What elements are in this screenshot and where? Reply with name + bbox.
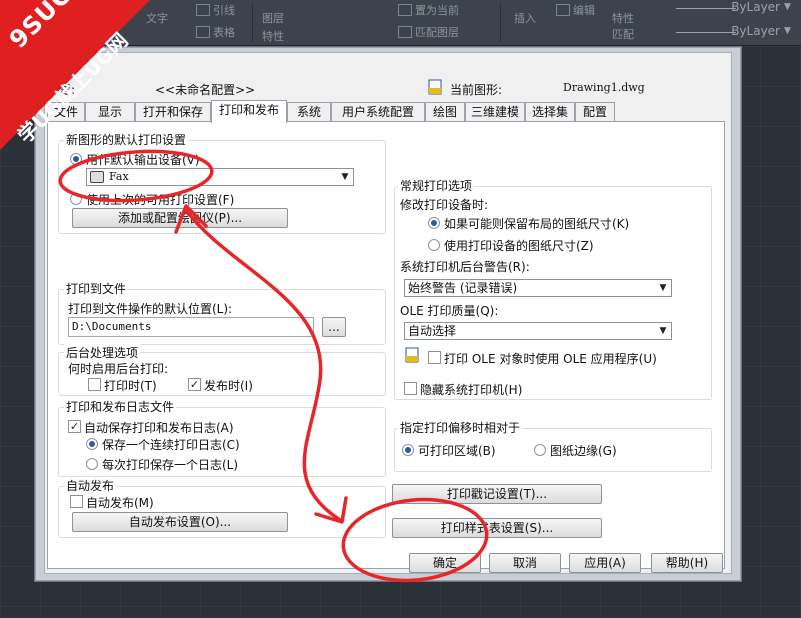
plot-to-file-title: 打印到文件: [64, 280, 129, 297]
autopublish-checkbox[interactable]: [70, 495, 83, 508]
autopublish-settings-button[interactable]: 自动发布设置(O)...: [72, 512, 288, 532]
background-processing-title: 后台处理选项: [64, 344, 141, 361]
auto-save-log-label: 自动保存打印和发布日志(A): [84, 421, 234, 435]
continuous-log-radio[interactable]: [86, 438, 98, 450]
printer-icon: [90, 171, 104, 183]
ole-icon: [405, 347, 419, 363]
use-default-device-label: 用作默认输出设备(V): [86, 153, 200, 167]
cancel-button[interactable]: 取消: [489, 553, 561, 573]
use-default-device-radio[interactable]: [70, 153, 82, 165]
per-plot-log-label: 每次打印保存一个日志(L): [102, 458, 239, 472]
auto-save-log-checkbox[interactable]: ✓: [68, 420, 81, 433]
plot-publish-panel: 新图形的默认打印设置 用作默认输出设备(V) Fax ▼ 使用上次的可用打印设置…: [47, 121, 725, 569]
paper-edge-label: 图纸边缘(G): [550, 444, 617, 458]
leader-icon: [196, 4, 210, 16]
plot-style-settings-button[interactable]: 打印样式表设置(S)...: [392, 518, 602, 538]
apply-button[interactable]: 应用(A): [569, 553, 641, 573]
current-drawing-value: Drawing1.dwg: [563, 81, 645, 94]
ribbon-match-layer[interactable]: 匹配图层: [398, 24, 459, 40]
use-ole-app-label: 打印 OLE 对象时使用 OLE 应用程序(U): [444, 352, 657, 366]
output-device-value: Fax: [109, 170, 129, 183]
plot-stamp-settings-button[interactable]: 打印戳记设置(T)...: [392, 484, 602, 504]
ribbon-table-tool[interactable]: 表格: [196, 24, 235, 40]
tab-drafting[interactable]: 绘图: [425, 102, 465, 122]
watermark-badge: 9SUG 学UG就上UG网: [0, 0, 150, 150]
autopublish-label: 自动发布(M): [86, 496, 154, 510]
chevron-down-icon: ▼: [341, 172, 349, 182]
background-publishing-checkbox[interactable]: ✓: [188, 378, 201, 391]
general-plot-options-title: 常规打印选项: [398, 177, 475, 194]
ole-quality-combo[interactable]: 自动选择 ▼: [404, 322, 672, 340]
table-icon: [196, 26, 210, 38]
ribbon-set-current[interactable]: 置为当前: [398, 2, 459, 18]
ole-quality-value: 自动选择: [408, 324, 457, 338]
per-plot-log-radio[interactable]: [86, 458, 98, 470]
background-when-label: 何时启用后台打印:: [68, 362, 169, 376]
autopublish-title: 自动发布: [64, 477, 117, 494]
keep-layout-size-radio[interactable]: [428, 217, 440, 229]
tab-plot-publish[interactable]: 打印和发布: [211, 100, 287, 123]
background-plotting-label: 打印时(T): [104, 379, 157, 393]
log-file-title: 打印和发布日志文件: [64, 398, 177, 415]
config-row: 配置: <<未命名配置>> 当前图形: Drawing1.dwg: [47, 78, 737, 98]
background-publishing-label: 发布时(I): [204, 379, 253, 393]
tab-selection[interactable]: 选择集: [525, 102, 575, 122]
use-ole-app-checkbox[interactable]: [428, 351, 441, 364]
help-button[interactable]: 帮助(H): [651, 553, 723, 573]
output-device-combo[interactable]: Fax ▼: [86, 168, 354, 186]
tab-3d-modeling[interactable]: 三维建模: [465, 102, 525, 122]
ribbon-insert-tool[interactable]: 插入: [514, 10, 536, 26]
chevron-down-icon: ▼: [659, 283, 667, 293]
spooler-alert-label: 系统打印机后台警告(R):: [400, 260, 530, 274]
use-last-settings-radio[interactable]: [70, 193, 82, 205]
hide-system-printers-label: 隐藏系统打印机(H): [420, 383, 523, 397]
ribbon-props-tool[interactable]: 特性: [612, 10, 634, 26]
match-layer-icon: [398, 26, 412, 38]
default-location-label: 打印到文件操作的默认位置(L):: [68, 302, 233, 316]
add-plotter-button[interactable]: 添加或配置绘图仪(P)...: [72, 208, 288, 228]
plot-file-path-input[interactable]: D:\Documents: [68, 317, 314, 337]
ribbon-edit-tool[interactable]: 编辑: [556, 2, 595, 18]
browse-path-button[interactable]: ...: [322, 317, 346, 337]
tab-user-preferences[interactable]: 用户系统配置: [331, 102, 425, 122]
ribbon-leader-tool[interactable]: 引线: [196, 2, 235, 18]
printable-area-label: 可打印区域(B): [418, 444, 496, 458]
set-current-icon: [398, 4, 412, 16]
ribbon-layer-tool[interactable]: 图层: [262, 10, 284, 26]
use-device-size-radio[interactable]: [428, 239, 440, 251]
use-device-size-label: 使用打印设备的图纸尺寸(Z): [444, 239, 594, 253]
current-drawing-label: 当前图形:: [450, 83, 503, 97]
tab-profiles[interactable]: 配置: [575, 102, 615, 122]
linetype-combo[interactable]: ByLayer ▼: [660, 0, 800, 16]
keep-layout-size-label: 如果可能则保留布局的图纸尺寸(K): [444, 217, 630, 231]
paper-edge-radio[interactable]: [534, 444, 546, 456]
drawing-icon: [428, 79, 442, 95]
continuous-log-label: 保存一个连续打印日志(C): [102, 438, 240, 452]
lineweight-combo[interactable]: ByLayer ▼: [660, 24, 800, 40]
change-device-label: 修改打印设备时:: [400, 198, 489, 212]
hide-system-printers-checkbox[interactable]: [404, 382, 417, 395]
spooler-alert-combo[interactable]: 始终警告 (记录错误) ▼: [404, 279, 672, 297]
config-value: <<未命名配置>>: [155, 83, 256, 97]
use-last-settings-label: 使用上次的可用打印设置(F): [86, 193, 235, 207]
plot-offset-title: 指定打印偏移时相对于: [398, 419, 523, 436]
background-plotting-checkbox[interactable]: [88, 378, 101, 391]
ok-button[interactable]: 确定: [409, 553, 481, 573]
chevron-down-icon: ▼: [659, 326, 667, 336]
ribbon-properties-tool[interactable]: 特性: [262, 28, 284, 44]
printable-area-radio[interactable]: [402, 444, 414, 456]
ribbon-match-tool[interactable]: 匹配: [612, 26, 634, 42]
ole-quality-label: OLE 打印质量(Q):: [400, 304, 499, 318]
edit-icon: [556, 4, 570, 16]
tab-system[interactable]: 系统: [287, 102, 331, 122]
spooler-alert-value: 始终警告 (记录错误): [408, 281, 518, 295]
